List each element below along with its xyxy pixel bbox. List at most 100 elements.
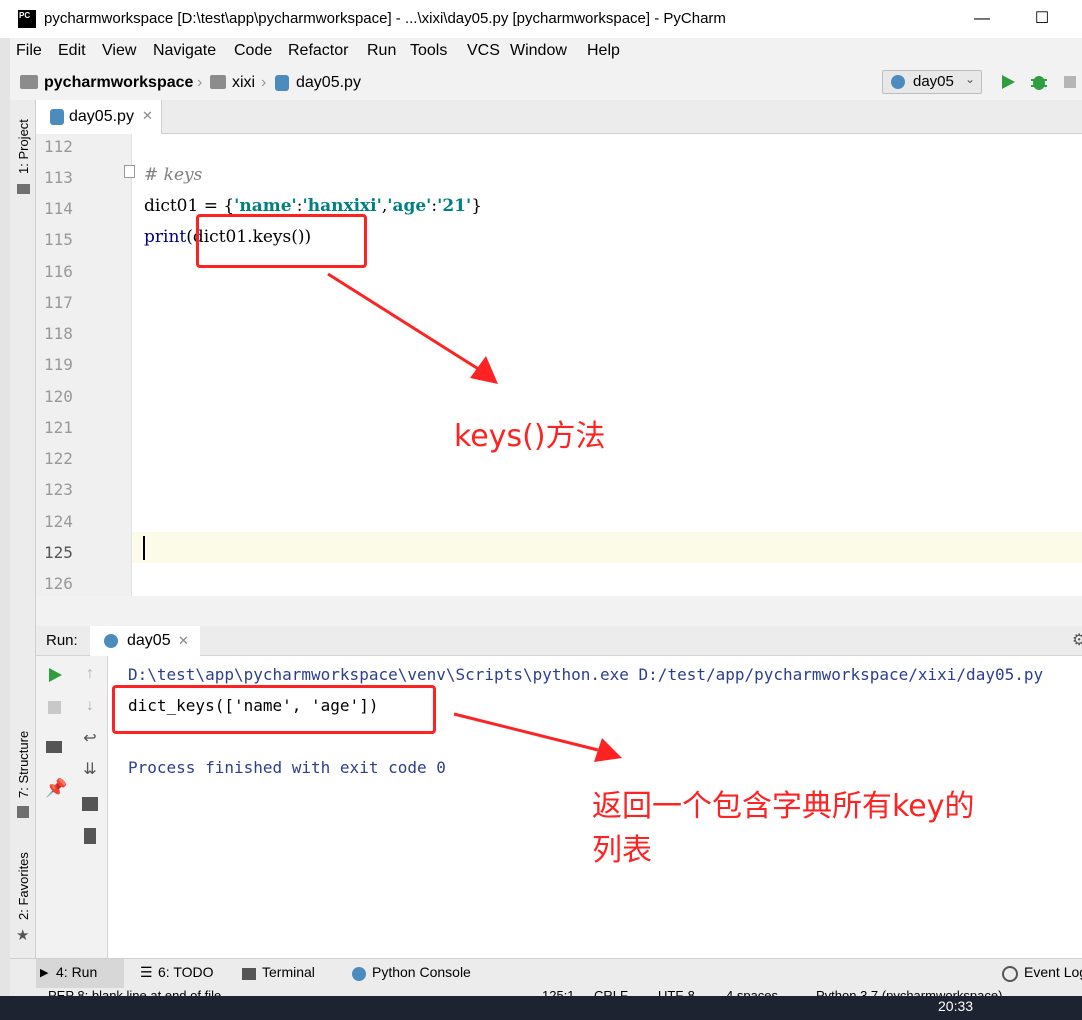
- bug-icon: [1031, 76, 1047, 90]
- event-log-icon: [1002, 966, 1018, 982]
- window-title: pycharmworkspace [D:\test\app\pycharmwor…: [44, 10, 726, 27]
- layout-icon[interactable]: [46, 741, 62, 753]
- code-editor[interactable]: 112 113 114 115 116 117 118 119 120 121 …: [36, 134, 1082, 596]
- run-toolbar-primary: 📌: [36, 656, 74, 958]
- arrow-up-icon[interactable]: ↑: [80, 664, 100, 684]
- print-icon[interactable]: [82, 797, 98, 811]
- maximize-button[interactable]: ☐: [1022, 6, 1062, 32]
- line-number: 125: [44, 543, 73, 562]
- code-token: dict01 = {: [144, 196, 235, 216]
- line-number: 123: [44, 480, 73, 499]
- line-number: 120: [44, 387, 73, 406]
- close-icon[interactable]: ✕: [142, 108, 153, 124]
- run-panel-label: Run:: [46, 632, 78, 649]
- pin-icon[interactable]: 📌: [45, 778, 67, 799]
- tab-day05[interactable]: day05.py ✕: [36, 100, 162, 134]
- project-tool-label[interactable]: 1: Project: [16, 119, 31, 174]
- menu-edit[interactable]: Edit: [58, 42, 86, 60]
- code-line-114: dict01 = {'name':'hanxixi','age':'21'}: [144, 196, 482, 216]
- run-tab-day05[interactable]: day05 ✕: [90, 626, 200, 656]
- bottom-tab-event-log[interactable]: Event Log: [1024, 964, 1082, 980]
- arrow-down-icon[interactable]: ↓: [80, 696, 100, 716]
- code-string: 'name': [234, 196, 297, 216]
- menu-window[interactable]: Window: [510, 42, 567, 60]
- line-number: 117: [44, 293, 73, 312]
- structure-tool-label[interactable]: 7: Structure: [16, 731, 31, 798]
- tab-label: day05.py: [69, 108, 134, 125]
- bottom-tab-terminal[interactable]: Terminal: [262, 964, 315, 980]
- minimize-button[interactable]: —: [962, 6, 1002, 32]
- current-line-highlight: [36, 532, 1082, 563]
- line-number: 113: [44, 168, 73, 187]
- menu-code[interactable]: Code: [234, 42, 272, 60]
- rerun-icon[interactable]: [46, 666, 64, 684]
- stop-icon[interactable]: [48, 701, 61, 714]
- line-number: 124: [44, 512, 73, 531]
- bottom-tab-run[interactable]: 4: Run: [56, 964, 97, 980]
- highlight-box-output: [112, 685, 436, 734]
- menu-help[interactable]: Help: [587, 42, 620, 60]
- line-number-gutter: 112 113 114 115 116 117 118 119 120 121 …: [36, 134, 132, 596]
- breadcrumb-file[interactable]: day05.py: [296, 74, 361, 92]
- favorites-tool-label[interactable]: 2: Favorites: [16, 852, 31, 920]
- run-toolbar-secondary: ↑ ↓ ↩ ⇊: [74, 656, 108, 958]
- bottom-tool-bar: ▶ 4: Run ☰ 6: TODO Terminal Python Conso…: [10, 958, 1082, 988]
- annotation-console-note-line-2: 列表: [592, 833, 652, 868]
- trash-icon[interactable]: [84, 828, 96, 844]
- scroll-to-end-icon[interactable]: ⇊: [80, 760, 100, 780]
- line-number: 115: [44, 230, 73, 249]
- menu-vcs[interactable]: VCS: [467, 42, 500, 60]
- line-number: 116: [44, 262, 73, 281]
- breadcrumb-folder[interactable]: xixi: [232, 74, 255, 92]
- line-number: 126: [44, 574, 73, 593]
- annotation-editor-note: keys()方法: [454, 419, 606, 454]
- code-keyword: print: [144, 227, 187, 247]
- python-icon: [352, 967, 366, 981]
- console-line-command: D:\test\app\pycharmworkspace\venv\Script…: [128, 665, 1044, 684]
- text-caret: [143, 536, 145, 560]
- gear-icon[interactable]: ⚙: [1072, 630, 1082, 650]
- menu-refactor[interactable]: Refactor: [288, 42, 348, 60]
- tool-window-strip: 1: Project 7: Structure 2: Favorites ★: [10, 100, 36, 958]
- menu-navigate[interactable]: Navigate: [153, 42, 216, 60]
- soft-wrap-icon[interactable]: ↩: [80, 729, 100, 749]
- structure-icon[interactable]: [17, 806, 29, 818]
- python-file-icon: [50, 109, 64, 125]
- run-tab-label: day05: [127, 632, 171, 649]
- folder-icon: [210, 75, 226, 89]
- code-token: }: [471, 196, 483, 216]
- bottom-tab-python-console[interactable]: Python Console: [372, 964, 471, 980]
- code-string: '21': [437, 196, 472, 216]
- menu-bar: File Edit View Navigate Code Refactor Ru…: [10, 38, 1082, 66]
- fold-marker-icon[interactable]: [124, 165, 135, 178]
- editor-tab-bar: [36, 100, 1082, 134]
- menu-view[interactable]: View: [102, 42, 136, 60]
- menu-file[interactable]: File: [16, 42, 42, 60]
- highlight-box-keys-call: [196, 214, 367, 268]
- python-file-icon: [275, 75, 289, 91]
- close-icon[interactable]: ✕: [178, 633, 189, 649]
- stop-button[interactable]: [1064, 76, 1076, 88]
- annotation-console-note-line-1: 返回一个包含字典所有key的: [592, 789, 975, 824]
- left-edge-strip: [0, 38, 10, 1020]
- debug-button[interactable]: [1028, 72, 1050, 92]
- console-line-exit: Process finished with exit code 0: [128, 758, 446, 777]
- line-number: 118: [44, 324, 73, 343]
- breadcrumb-project[interactable]: pycharmworkspace: [44, 74, 193, 92]
- pycharm-logo-icon: PC: [18, 10, 36, 28]
- run-button[interactable]: [998, 72, 1018, 92]
- menu-tools[interactable]: Tools: [410, 42, 447, 60]
- terminal-icon: [242, 968, 256, 980]
- run-config-select[interactable]: day05 ⌄: [882, 70, 982, 94]
- bottom-tab-todo[interactable]: 6: TODO: [158, 964, 214, 980]
- star-icon[interactable]: ★: [16, 926, 29, 944]
- project-folder-icon[interactable]: [17, 184, 30, 194]
- taskbar-clock[interactable]: 20:33: [938, 998, 973, 1014]
- python-icon: [891, 75, 905, 89]
- title-bar: PC pycharmworkspace [D:\test\app\pycharm…: [0, 0, 1082, 38]
- line-number: 121: [44, 418, 73, 437]
- menu-run[interactable]: Run: [367, 42, 396, 60]
- folder-icon: [20, 75, 38, 89]
- list-icon: ☰: [140, 964, 153, 980]
- code-comment: # keys: [144, 165, 203, 185]
